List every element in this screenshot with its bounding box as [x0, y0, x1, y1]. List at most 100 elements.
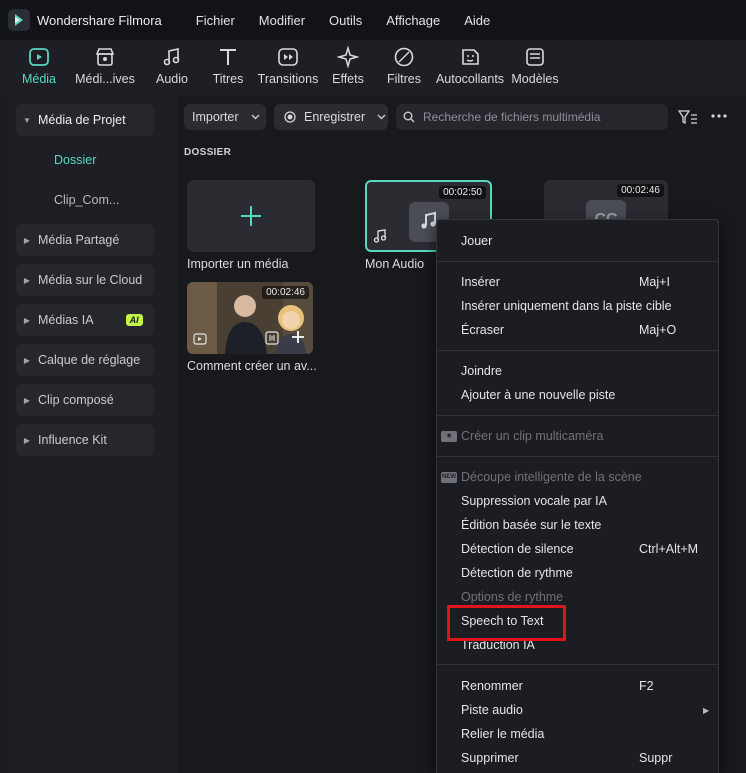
title-bar: Wondershare Filmora Fichier Modifier Out…	[0, 0, 746, 40]
tab-label: Média	[21, 72, 57, 86]
menu-item-detection-silence[interactable]: Détection de silence	[461, 542, 574, 556]
menu-item-inserer[interactable]: Insérer	[461, 275, 500, 289]
tab-autocollants[interactable]: Autocollants	[436, 40, 504, 96]
menu-item-suppression-vocale[interactable]: Suppression vocale par IA	[461, 494, 607, 508]
menu-fichier[interactable]: Fichier	[196, 13, 235, 28]
card-label: Comment créer un av...	[187, 359, 317, 373]
media-card-video[interactable]: 00:02:46	[187, 282, 313, 354]
menu-item-options-rythme: Options de rythme	[461, 590, 564, 604]
add-to-timeline-icon[interactable]	[291, 330, 305, 344]
tab-titres[interactable]: Titres	[210, 40, 246, 96]
search-input[interactable]: Recherche de fichiers multimédia	[396, 104, 668, 130]
tab-label: Modèles	[511, 72, 559, 86]
menu-separator	[437, 664, 718, 665]
sidebar-item-influence-kit[interactable]: ▶ Influence Kit	[16, 424, 154, 456]
filter-sort-icon[interactable]	[678, 109, 698, 125]
search-icon	[403, 111, 415, 123]
menu-shortcut: Ctrl+Alt+M	[639, 542, 699, 556]
tab-label: Autocollants	[435, 72, 505, 86]
caret-right-icon: ▶	[23, 435, 31, 445]
sidebar-item-media-partage[interactable]: ▶ Média Partagé	[16, 224, 154, 256]
menu-separator	[437, 261, 718, 262]
menu-item-inserer-piste-cible[interactable]: Insérer uniquement dans la piste cible	[461, 299, 672, 313]
plus-icon	[241, 206, 261, 226]
menu-item-ecraser[interactable]: Écraser	[461, 323, 504, 337]
menu-shortcut: Suppr	[639, 751, 673, 765]
import-button[interactable]: Importer	[184, 104, 266, 130]
highlight-box	[447, 605, 566, 641]
card-label: Importer un média	[187, 257, 289, 271]
search-placeholder: Recherche de fichiers multimédia	[423, 110, 601, 124]
more-options-icon[interactable]	[711, 114, 727, 118]
tab-label: Transitions	[257, 72, 319, 86]
tab-audio[interactable]: Audio	[152, 40, 192, 96]
sidebar-item-label: Média Partagé	[38, 233, 120, 247]
sticker-icon	[462, 49, 479, 65]
chevron-down-icon	[377, 114, 386, 120]
duration-badge: 00:02:50	[439, 186, 486, 199]
sidebar-item-media-cloud[interactable]: ▶ Média sur le Cloud	[16, 264, 154, 296]
menu-item-decoupe-scene: Découpe intelligente de la scène	[461, 470, 642, 484]
import-media-card[interactable]	[187, 180, 315, 252]
chevron-down-icon	[251, 114, 260, 120]
caret-right-icon: ▶	[23, 235, 31, 245]
tab-media[interactable]: Média	[18, 40, 60, 96]
menu-outils[interactable]: Outils	[329, 13, 362, 28]
record-button[interactable]: Enregistrer	[274, 104, 388, 130]
menu-item-supprimer[interactable]: Supprimer	[461, 751, 519, 765]
caret-right-icon: ▶	[23, 355, 31, 365]
menu-shortcut: Maj+O	[639, 323, 677, 337]
text-icon	[220, 49, 236, 65]
menu-item-nouvelle-piste[interactable]: Ajouter à une nouvelle piste	[461, 388, 615, 402]
menu-shortcut: F2	[639, 679, 654, 693]
menu-item-detection-rythme[interactable]: Détection de rythme	[461, 566, 573, 580]
tab-modeles[interactable]: Modèles	[511, 40, 559, 96]
sidebar-item-calque-reglage[interactable]: ▶ Calque de réglage	[16, 344, 154, 376]
sidebar-subitem-clip-com[interactable]: Clip_Com...	[54, 193, 119, 207]
record-icon	[284, 111, 296, 123]
menu-aide[interactable]: Aide	[464, 13, 490, 28]
sidebar-item-medias-ia[interactable]: ▶ Médias IA AI	[16, 304, 154, 336]
sidebar-item-media-de-projet[interactable]: ▼ Média de Projet	[16, 104, 154, 136]
menu-affichage[interactable]: Affichage	[386, 13, 440, 28]
filmora-logo-icon	[8, 9, 30, 31]
menu-item-edition-texte[interactable]: Édition basée sur le texte	[461, 518, 601, 532]
filter-icon	[394, 47, 414, 67]
menu-separator	[437, 350, 718, 351]
import-label: Importer	[192, 110, 239, 124]
context-menu: Jouer Insérer Maj+I Insérer uniquement d…	[436, 219, 719, 773]
sidebar-subitem-dossier[interactable]: Dossier	[54, 153, 96, 167]
tab-label: Médi...ives	[75, 72, 135, 86]
tab-stock-media[interactable]: Médi...ives	[74, 40, 136, 96]
audio-waveform-icon	[265, 331, 279, 345]
sidebar-item-label: Média de Projet	[38, 113, 126, 127]
card-label: Mon Audio	[365, 257, 425, 271]
tab-transitions[interactable]: Transitions	[258, 40, 318, 96]
tab-label: Filtres	[386, 72, 422, 86]
caret-right-icon: ▶	[23, 315, 31, 325]
menu-item-joindre[interactable]: Joindre	[461, 364, 502, 378]
menu-item-relier-media[interactable]: Relier le média	[461, 727, 544, 741]
tab-label: Effets	[332, 72, 364, 86]
camera-icon: ◉	[441, 431, 457, 442]
menu-item-renommer[interactable]: Renommer	[461, 679, 523, 693]
transition-icon	[278, 48, 298, 66]
music-note-icon	[163, 48, 180, 66]
menu-item-jouer[interactable]: Jouer	[461, 234, 492, 248]
tab-effets[interactable]: Effets	[330, 40, 366, 96]
sidebar-item-label: Médias IA	[38, 313, 94, 327]
caret-right-icon: ▶	[23, 275, 31, 285]
app-name: Wondershare Filmora	[37, 12, 162, 28]
sidebar-item-clip-compose[interactable]: ▶ Clip composé	[16, 384, 154, 416]
sparkle-icon	[337, 46, 359, 68]
ai-badge: AI	[125, 314, 143, 326]
ai-new-icon: NEW	[441, 472, 457, 483]
menu-item-piste-audio[interactable]: Piste audio	[461, 703, 523, 717]
menu-modifier[interactable]: Modifier	[259, 13, 305, 28]
menu-separator	[437, 415, 718, 416]
tab-filtres[interactable]: Filtres	[386, 40, 422, 96]
submenu-arrow-icon: ▶	[703, 706, 710, 715]
caret-down-icon: ▼	[23, 115, 31, 125]
store-icon	[95, 48, 115, 66]
tab-label: Audio	[156, 72, 188, 86]
